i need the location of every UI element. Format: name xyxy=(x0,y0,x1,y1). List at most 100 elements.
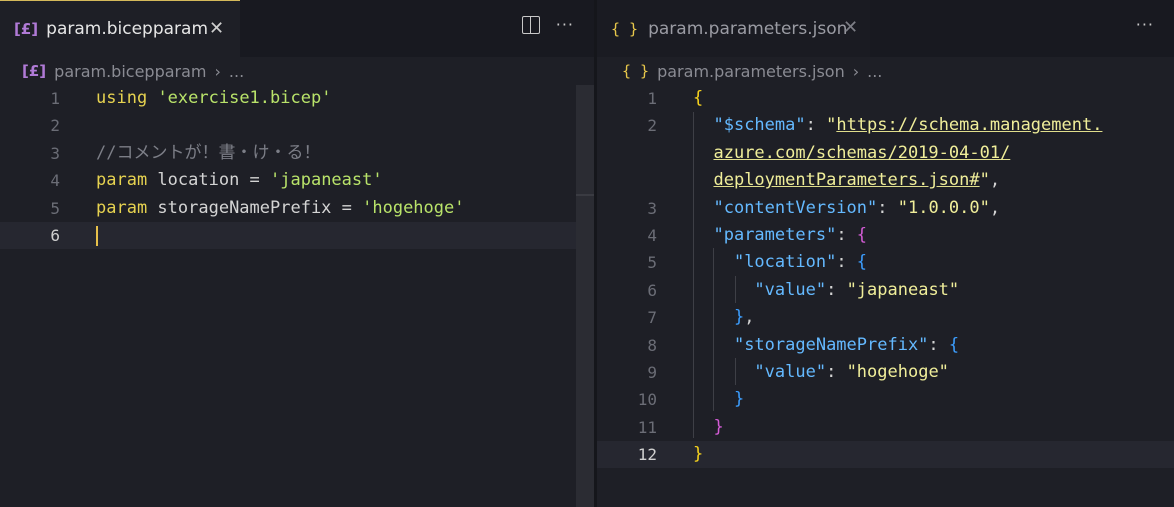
code-line[interactable]: 10 } xyxy=(597,386,1174,413)
code-token: : xyxy=(826,361,847,382)
code-line[interactable]: 4 "parameters": { xyxy=(597,222,1174,249)
code-line[interactable]: 5 param storageNamePrefix = 'hogehoge' xyxy=(0,195,594,222)
more-actions-icon[interactable]: ··· xyxy=(556,16,574,34)
tab-param-bicepparam[interactable]: [£] param.bicepparam ✕ xyxy=(0,0,240,57)
breadcrumb: { } param.parameters.json › ... xyxy=(622,58,882,84)
code-token: azure.com/schemas/2019-04-01/ xyxy=(713,142,1011,163)
code-line[interactable]: 6 xyxy=(0,221,594,250)
code-token: "value" xyxy=(754,279,827,300)
line-number: 11 xyxy=(637,417,657,437)
code-line[interactable]: 4 param location = 'japaneast' xyxy=(0,167,594,194)
code-token: } xyxy=(733,389,745,410)
tab-param-parameters-json[interactable]: { } param.parameters.json ✕ xyxy=(597,0,870,57)
code-text: } xyxy=(693,386,744,413)
code-text: deploymentParameters.json#", xyxy=(693,167,1000,194)
indent-guide xyxy=(735,276,736,303)
more-actions-icon[interactable]: ··· xyxy=(1136,16,1154,34)
line-number: 1 xyxy=(647,89,657,108)
line-number: 4 xyxy=(50,171,60,191)
code-line[interactable]: 2 xyxy=(0,112,594,139)
line-number: 12 xyxy=(637,445,657,465)
scrollbar[interactable] xyxy=(576,85,594,507)
code-line[interactable]: 7 }, xyxy=(597,304,1174,331)
code-text: "$schema": "https://schema.management. xyxy=(693,112,1102,139)
scrollbar-marker xyxy=(576,194,594,196)
split-editor-icon[interactable] xyxy=(521,16,540,34)
line-number: 5 xyxy=(50,198,60,218)
chevron-right-icon: › xyxy=(852,61,860,81)
line-number: 6 xyxy=(647,280,657,300)
code-editor[interactable]: 1{2 "$schema": "https://schema.managemen… xyxy=(597,85,1174,469)
code-token: : xyxy=(826,279,847,300)
line-number: 1 xyxy=(50,89,60,108)
code-token: "contentVersion" xyxy=(713,197,878,218)
code-text: } xyxy=(693,414,723,441)
code-token: "location" xyxy=(733,252,837,273)
code-token: location = xyxy=(147,170,271,191)
line-number: 8 xyxy=(647,335,657,355)
code-token: " xyxy=(979,170,990,191)
code-line[interactable]: deploymentParameters.json#", xyxy=(597,167,1174,194)
code-token: 'exercise1.bicep' xyxy=(157,88,332,108)
line-number: 10 xyxy=(637,390,657,410)
code-token: "1.0.0.0" xyxy=(897,197,990,218)
breadcrumb-symbol[interactable]: ... xyxy=(867,62,882,81)
code-token: storageNamePrefix = xyxy=(147,197,363,218)
code-token: //コメントが！書・け・る！ xyxy=(96,142,321,163)
code-token: "$schema" xyxy=(713,115,806,136)
code-line[interactable]: 3 "contentVersion": "1.0.0.0", xyxy=(597,195,1174,222)
breadcrumb-file[interactable]: param.parameters.json xyxy=(657,62,845,81)
code-token: : xyxy=(836,252,857,273)
code-line[interactable]: 11 } xyxy=(597,414,1174,441)
left-tab-bar: [£] param.bicepparam ✕ ··· xyxy=(0,0,594,57)
code-text: //コメントが！書・け・る！ xyxy=(96,140,320,167)
code-token: { xyxy=(856,252,868,273)
left-editor-group: [£] param.bicepparam ✕ ··· [£] param.bic… xyxy=(0,0,594,507)
code-text: azure.com/schemas/2019-04-01/ xyxy=(693,140,1010,167)
code-line[interactable]: 8 "storageNamePrefix": { xyxy=(597,332,1174,359)
breadcrumb-file[interactable]: param.bicepparam xyxy=(54,62,206,81)
right-tab-actions: ··· xyxy=(1136,16,1154,34)
code-line[interactable]: 6 "value": "japaneast" xyxy=(597,277,1174,304)
breadcrumb-symbol[interactable]: ... xyxy=(229,62,244,81)
close-icon[interactable]: ✕ xyxy=(843,17,858,38)
breadcrumb: [£] param.bicepparam › ... xyxy=(22,58,244,84)
code-line[interactable]: 5 "location": { xyxy=(597,249,1174,276)
chevron-right-icon: › xyxy=(214,61,221,81)
code-token: { xyxy=(693,88,704,108)
code-editor[interactable]: 1 using 'exercise1.bicep' 2 3 //コメントが！書・け・る！… xyxy=(0,85,594,250)
code-line[interactable]: 1{ xyxy=(597,85,1174,112)
code-text: param location = 'japaneast' xyxy=(96,167,383,194)
code-text: using 'exercise1.bicep' xyxy=(96,85,331,112)
code-line[interactable]: azure.com/schemas/2019-04-01/ xyxy=(597,140,1174,167)
code-line[interactable]: 3 //コメントが！書・け・る！ xyxy=(0,140,594,167)
indent-guide xyxy=(693,112,694,438)
line-number: 7 xyxy=(647,308,657,328)
line-number: 3 xyxy=(647,198,657,218)
code-text: "value": "hogehoge" xyxy=(693,359,949,386)
line-number: 2 xyxy=(647,116,657,136)
code-token: { xyxy=(948,334,960,355)
code-line[interactable]: 1 using 'exercise1.bicep' xyxy=(0,85,594,112)
line-number: 6 xyxy=(50,225,60,245)
code-line[interactable]: 9 "value": "hogehoge" xyxy=(597,359,1174,386)
code-text: } xyxy=(693,441,703,468)
indent-guide xyxy=(713,248,714,411)
code-token: "japaneast" xyxy=(846,279,960,300)
code-token: using xyxy=(96,88,148,108)
code-line[interactable]: 2 "$schema": "https://schema.management. xyxy=(597,112,1174,139)
code-text: param storageNamePrefix = 'hogehoge' xyxy=(96,195,464,222)
indent-guide xyxy=(735,358,736,385)
close-icon[interactable]: ✕ xyxy=(209,18,224,39)
code-token: } xyxy=(693,444,704,465)
code-token: : xyxy=(805,115,827,136)
json-file-icon: { } xyxy=(622,62,650,80)
code-token: 'hogehoge' xyxy=(362,197,465,218)
code-line[interactable]: 12} xyxy=(597,441,1174,469)
code-text: "location": { xyxy=(693,249,867,276)
